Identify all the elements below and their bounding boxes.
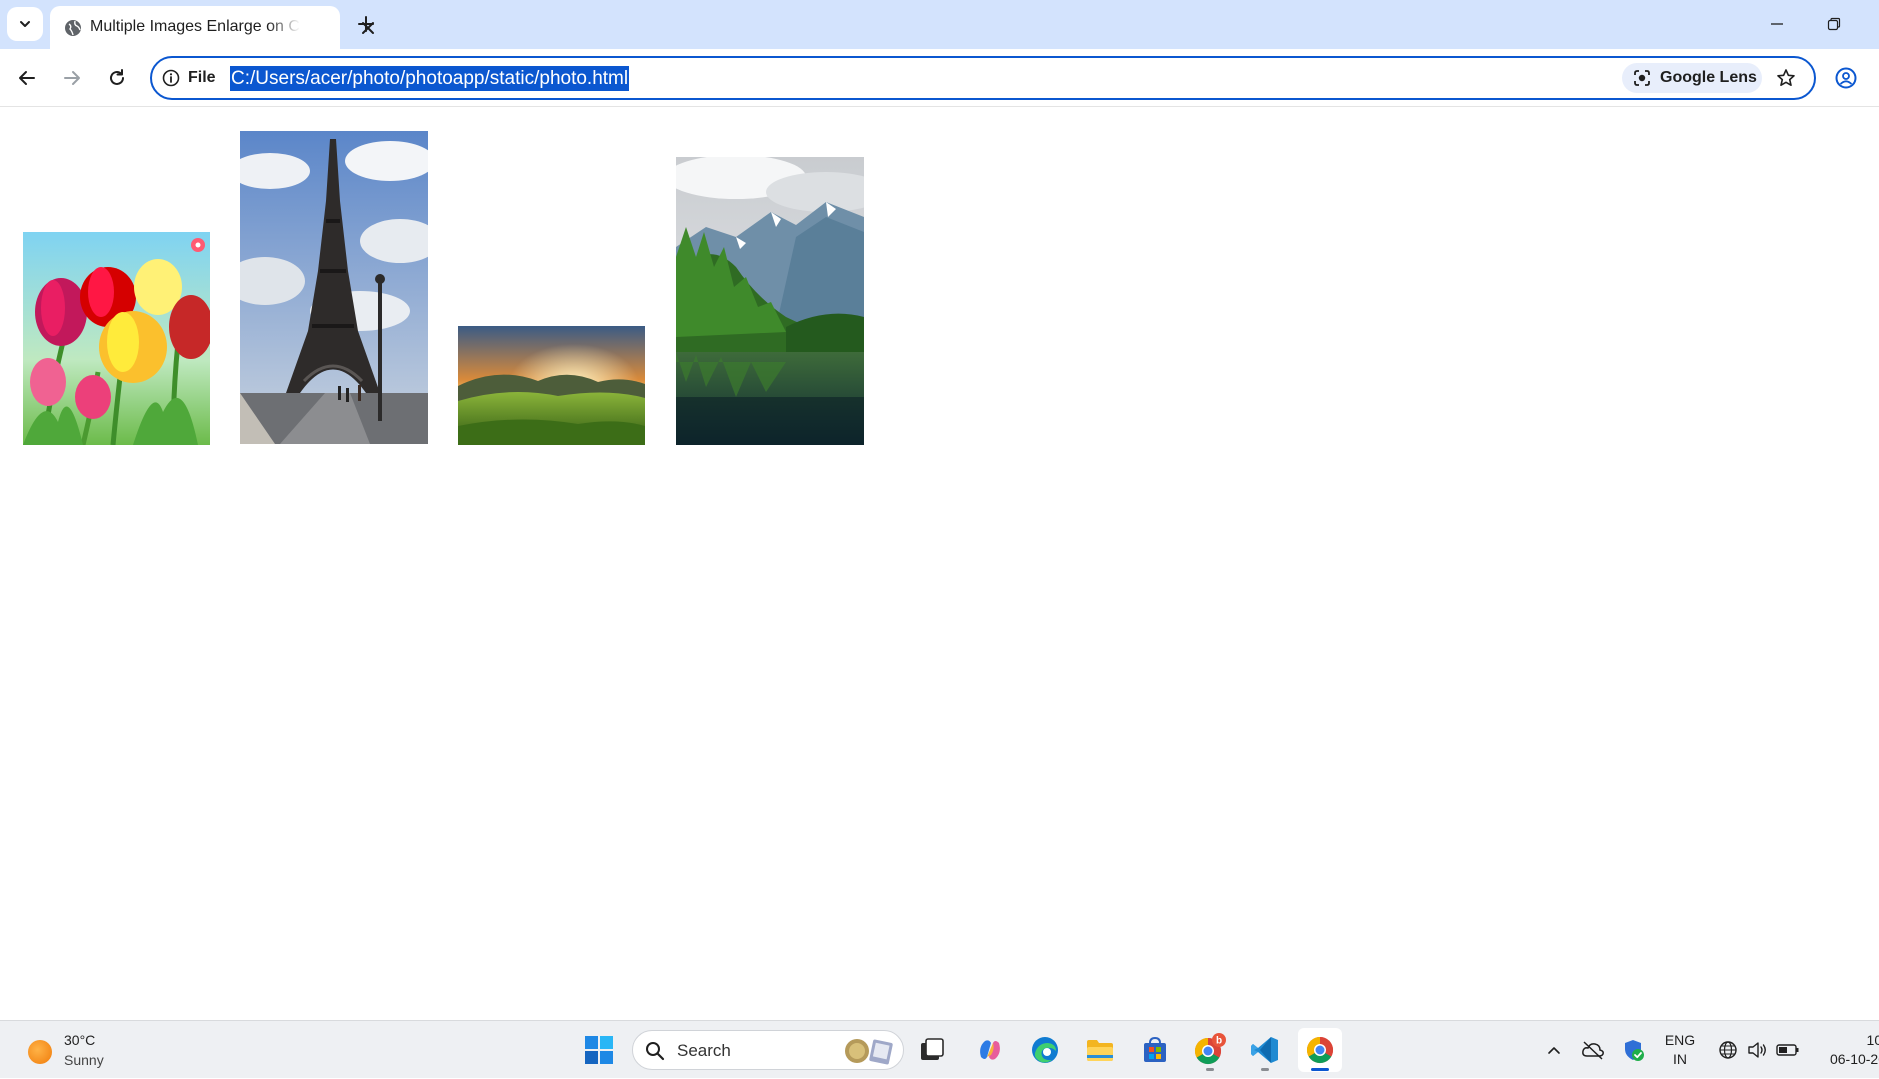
chevron-down-icon — [20, 21, 30, 27]
address-bar[interactable]: File C:/Users/acer/photo/photoapp/static… — [150, 56, 1816, 100]
clock-time: 10: — [1866, 1032, 1879, 1048]
restore-icon — [1827, 17, 1841, 31]
task-view-button[interactable] — [910, 1028, 954, 1072]
edge-button[interactable] — [1023, 1028, 1067, 1072]
forward-button[interactable] — [55, 61, 89, 95]
tab-strip: Multiple Images Enlarge on Click — [0, 0, 1879, 49]
plus-icon — [358, 16, 374, 32]
profile-button[interactable] — [1832, 64, 1860, 92]
active-indicator — [1311, 1068, 1329, 1071]
weather-temperature: 30°C — [64, 1032, 96, 1048]
file-explorer-button[interactable] — [1078, 1028, 1122, 1072]
start-button[interactable] — [577, 1028, 621, 1072]
google-lens-label: Google Lens — [1660, 69, 1757, 86]
browser-toolbar: File C:/Users/acer/photo/photoapp/static… — [0, 49, 1879, 107]
speaker-icon — [1748, 1042, 1766, 1058]
tulips-photo[interactable] — [23, 232, 210, 445]
profile-icon — [1835, 67, 1857, 89]
new-tab-button[interactable] — [352, 10, 380, 38]
bookmark-button[interactable] — [1772, 64, 1800, 92]
copilot-button[interactable] — [968, 1028, 1012, 1072]
globe-network-icon — [1719, 1041, 1737, 1059]
reload-button[interactable] — [100, 61, 134, 95]
chrome-profile-icon: b — [1194, 1033, 1226, 1065]
language-label: ENG — [1664, 1032, 1696, 1048]
vscode-button[interactable] — [1243, 1028, 1287, 1072]
volume-button[interactable] — [1744, 1021, 1772, 1079]
page-content — [0, 108, 1879, 1020]
clock[interactable]: 10: 06-10-20 — [1816, 1031, 1879, 1069]
sunset-hills-photo[interactable] — [458, 326, 645, 445]
url-text[interactable]: C:/Users/acer/photo/photoapp/static/phot… — [230, 66, 630, 91]
microsoft-store-button[interactable] — [1133, 1028, 1177, 1072]
battery-button[interactable] — [1774, 1021, 1802, 1079]
minimize-button[interactable] — [1763, 12, 1791, 36]
running-indicator — [1206, 1068, 1214, 1071]
network-button[interactable] — [1714, 1021, 1742, 1079]
shield-icon — [1625, 1040, 1644, 1061]
globe-icon — [65, 20, 81, 36]
back-button[interactable] — [10, 61, 44, 95]
star-icon — [1777, 69, 1795, 86]
vscode-icon — [1251, 1037, 1278, 1063]
mountain-lake-photo[interactable] — [676, 157, 864, 445]
weather-widget[interactable]: 30°C Sunny — [26, 1031, 136, 1071]
running-indicator — [1261, 1068, 1269, 1071]
edge-icon — [1032, 1037, 1058, 1063]
info-icon — [162, 69, 180, 87]
taskbar: 30°C Sunny Search b ENG IN 10 06-10-2 — [0, 1020, 1879, 1078]
reload-icon — [110, 69, 124, 85]
site-info-label: File — [188, 69, 216, 86]
chevron-up-icon — [1548, 1047, 1560, 1054]
file-explorer-icon — [1087, 1040, 1113, 1061]
chrome-button[interactable] — [1298, 1028, 1342, 1072]
restore-button[interactable] — [1820, 12, 1848, 36]
onedrive-button[interactable] — [1578, 1021, 1608, 1079]
battery-icon — [1776, 1044, 1799, 1056]
minimize-icon — [1771, 23, 1783, 25]
chrome-profile-button[interactable]: b — [1188, 1028, 1232, 1072]
tab-active[interactable]: Multiple Images Enlarge on Click — [50, 6, 374, 49]
site-info-button[interactable]: File — [162, 65, 216, 91]
language-indicator[interactable]: ENG IN — [1660, 1031, 1700, 1069]
weather-condition: Sunny — [64, 1052, 104, 1068]
search-label: Search — [677, 1041, 731, 1060]
search-highlight-icon — [845, 1039, 893, 1065]
copilot-icon — [980, 1040, 1000, 1060]
windows-start-icon — [585, 1036, 613, 1064]
eiffel-tower-photo[interactable] — [240, 131, 428, 444]
tab-search-button[interactable] — [7, 7, 43, 41]
arrow-right-icon — [64, 71, 80, 85]
sun-icon — [28, 1040, 52, 1064]
microsoft-store-icon — [1144, 1036, 1166, 1062]
taskbar-search[interactable]: Search — [632, 1030, 904, 1070]
arrow-left-icon — [19, 71, 35, 85]
chrome-icon — [1306, 1036, 1334, 1064]
google-lens-icon — [1634, 70, 1650, 86]
google-lens-button[interactable]: Google Lens — [1622, 63, 1762, 93]
tray-overflow-button[interactable] — [1540, 1021, 1568, 1079]
clock-date: 06-10-20 — [1829, 1051, 1879, 1067]
tab-title: Multiple Images Enlarge on Click — [90, 18, 300, 35]
region-label: IN — [1673, 1051, 1687, 1067]
cloud-offline-icon — [1582, 1041, 1604, 1060]
defender-button[interactable] — [1618, 1021, 1648, 1079]
task-view-icon — [921, 1038, 944, 1060]
search-icon — [646, 1042, 665, 1061]
chrome-profile-badge: b — [1216, 1036, 1222, 1047]
